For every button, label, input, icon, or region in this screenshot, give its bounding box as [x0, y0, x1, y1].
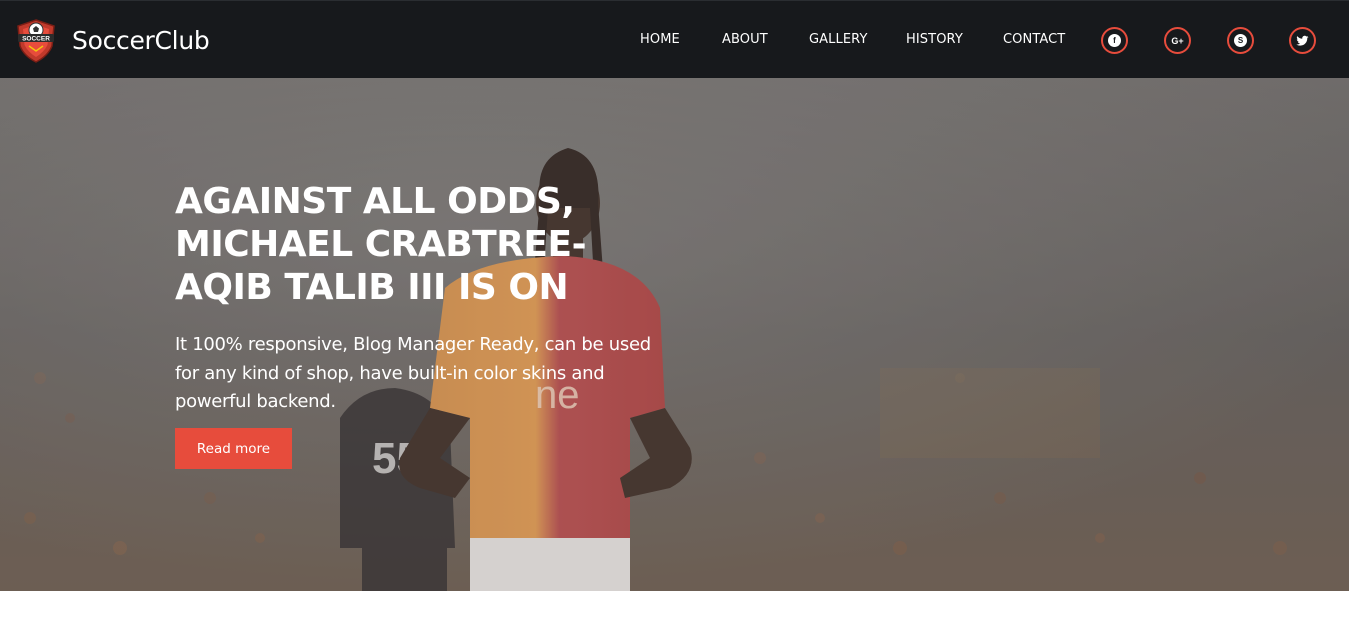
content-area [0, 591, 1349, 636]
facebook-icon: f [1108, 34, 1121, 47]
google-plus-link[interactable]: G+ [1164, 27, 1191, 54]
facebook-link[interactable]: f [1101, 27, 1128, 54]
hero-title: AGAINST ALL ODDS, MICHAEL CRABTREE- AQIB… [175, 181, 587, 308]
nav-history[interactable]: HISTORY [906, 32, 963, 47]
twitter-icon [1296, 35, 1309, 46]
top-navbar: SOCCER SoccerClub HOME ABOUT GALLERY HIS… [0, 0, 1349, 78]
hero-banner: 55 ne AGAINST ALL ODDS, MICHAEL CRABTREE… [0, 78, 1349, 591]
read-more-button[interactable]: Read more [175, 428, 292, 469]
brand-name: SoccerClub [72, 25, 210, 55]
svg-text:SOCCER: SOCCER [22, 36, 50, 43]
brand-home-link[interactable]: SOCCER SoccerClub [12, 16, 210, 64]
soccer-club-logo: SOCCER [17, 19, 55, 63]
skype-icon: S [1234, 34, 1247, 47]
google-plus-icon: G+ [1171, 35, 1184, 46]
nav-contact[interactable]: CONTACT [1003, 32, 1065, 47]
skype-link[interactable]: S [1227, 27, 1254, 54]
nav-home[interactable]: HOME [640, 32, 680, 47]
nav-about[interactable]: ABOUT [722, 32, 768, 47]
twitter-link[interactable] [1289, 27, 1316, 54]
hero-description: It 100% responsive, Blog Manager Ready, … [175, 334, 651, 412]
nav-gallery[interactable]: GALLERY [809, 32, 868, 47]
